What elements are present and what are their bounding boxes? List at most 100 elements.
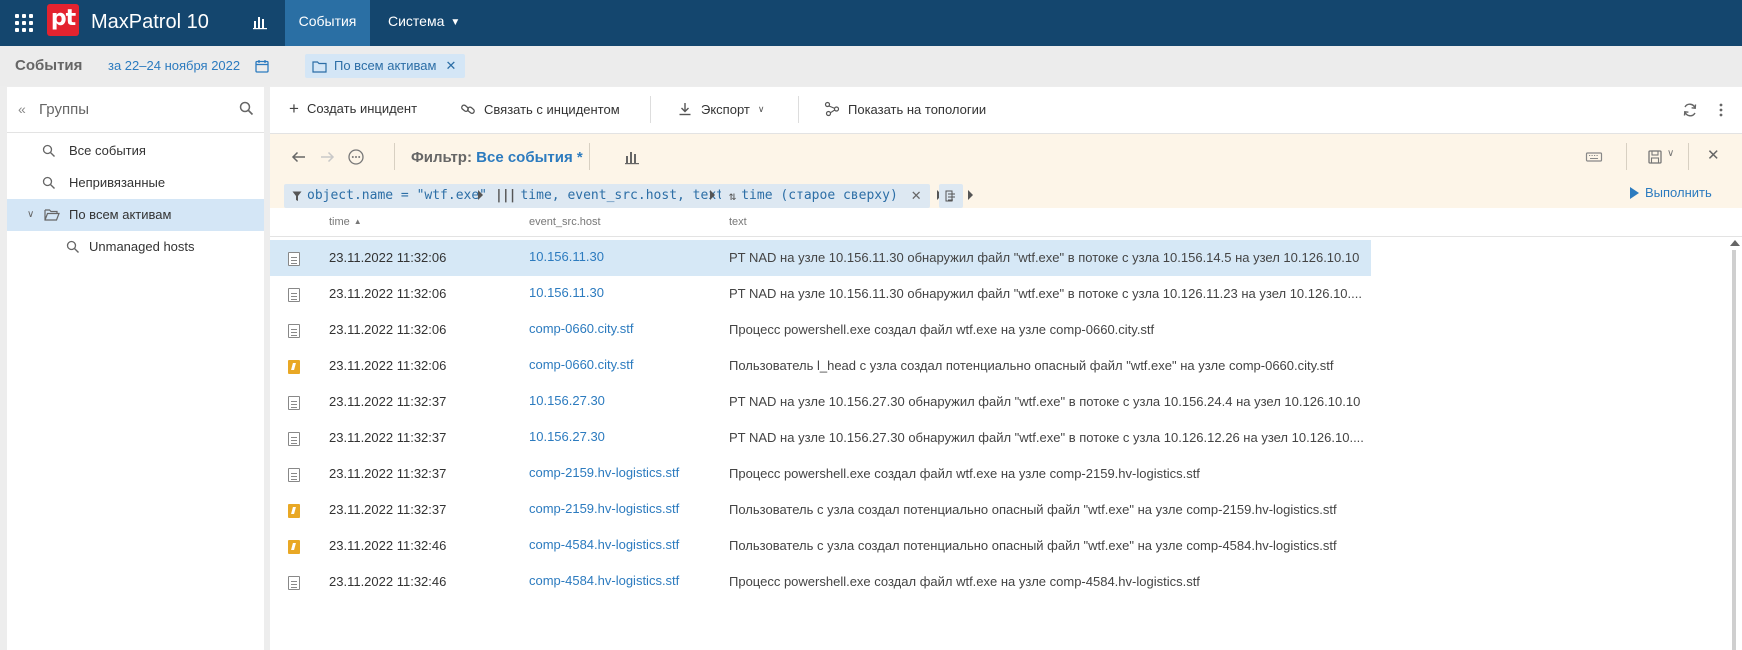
tab-events[interactable]: События xyxy=(285,0,370,46)
event-host-link[interactable]: comp-4584.hv-logistics.stf xyxy=(529,573,679,588)
event-host-link[interactable]: comp-4584.hv-logistics.stf xyxy=(529,537,679,552)
event-host-link[interactable]: comp-2159.hv-logistics.stf xyxy=(529,501,679,516)
event-host-link[interactable]: comp-0660.city.stf xyxy=(529,357,634,372)
scrollbar-track[interactable] xyxy=(1732,250,1736,650)
forward-arrow-icon[interactable] xyxy=(318,148,336,166)
refresh-icon[interactable] xyxy=(1682,102,1698,118)
event-host-link[interactable]: 10.156.27.30 xyxy=(529,393,605,408)
groups-panel-title: Группы xyxy=(39,101,89,118)
event-time: 23.11.2022 11:32:37 xyxy=(329,430,447,445)
show-topology-button[interactable]: Показать на топологии xyxy=(824,101,986,117)
table-row[interactable]: 23.11.2022 11:32:06 10.156.11.30 PT NAD … xyxy=(270,240,1371,276)
link-incident-button[interactable]: Связать с инцидентом xyxy=(460,101,620,117)
table-row[interactable]: 23.11.2022 11:32:46 comp-4584.hv-logisti… xyxy=(270,564,1371,600)
table-row[interactable]: 23.11.2022 11:32:37 comp-2159.hv-logisti… xyxy=(270,456,1371,492)
link-incident-label: Связать с инцидентом xyxy=(484,101,620,117)
chevron-down-icon: ▼ xyxy=(450,17,461,28)
group-chip[interactable] xyxy=(939,184,963,208)
chevron-down-icon[interactable]: ∨ xyxy=(1667,148,1674,159)
event-host-link[interactable]: 10.156.27.30 xyxy=(529,429,605,444)
chip-arrow-icon[interactable] xyxy=(710,190,715,200)
group-all-assets[interactable]: ∨ По всем активам xyxy=(7,199,264,231)
event-doc-icon xyxy=(288,432,300,446)
table-row[interactable]: 23.11.2022 11:32:06 comp-0660.city.stf П… xyxy=(270,312,1371,348)
filter-name-link[interactable]: Все события * xyxy=(476,149,583,166)
group-all-events[interactable]: Все события xyxy=(7,135,264,167)
group-unmanaged-hosts[interactable]: Unmanaged hosts xyxy=(7,231,264,263)
group-unbound[interactable]: Непривязанные xyxy=(7,167,264,199)
table-row[interactable]: 23.11.2022 11:32:37 10.156.27.30 PT NAD … xyxy=(270,384,1371,420)
scroll-up-icon[interactable] xyxy=(1730,240,1740,246)
column-header-time[interactable]: time ▲ xyxy=(329,216,362,228)
close-icon[interactable]: ✕ xyxy=(445,54,456,78)
top-navigation: pt MaxPatrol 10 События Система ▼ xyxy=(0,0,1742,46)
stats-icon[interactable] xyxy=(252,14,268,30)
event-host-link[interactable]: 10.156.11.30 xyxy=(529,249,604,264)
event-host-link[interactable]: comp-2159.hv-logistics.stf xyxy=(529,465,679,480)
create-incident-button[interactable]: + Создать инцидент xyxy=(289,100,417,117)
group-label: По всем активам xyxy=(69,207,172,222)
event-text: Процесс powershell.exe создал файл wtf.e… xyxy=(729,466,1200,481)
chevron-down-icon[interactable]: ∨ xyxy=(27,199,34,231)
table-row[interactable]: 23.11.2022 11:32:37 10.156.27.30 PT NAD … xyxy=(270,420,1371,456)
export-label: Экспорт xyxy=(701,101,750,117)
column-header-text[interactable]: text xyxy=(729,216,747,228)
keyboard-icon[interactable] xyxy=(1585,148,1603,166)
table-row[interactable]: 23.11.2022 11:32:06 10.156.11.30 PT NAD … xyxy=(270,276,1371,312)
back-arrow-icon[interactable] xyxy=(290,148,308,166)
more-options-icon[interactable] xyxy=(347,148,365,166)
event-doc-icon xyxy=(288,576,300,590)
column-header-host[interactable]: event_src.host xyxy=(529,216,601,228)
search-icon xyxy=(42,176,55,189)
event-host-link[interactable]: comp-0660.city.stf xyxy=(529,321,634,336)
calendar-icon[interactable] xyxy=(255,59,269,73)
histogram-icon[interactable] xyxy=(623,148,641,166)
page-title: События xyxy=(15,57,83,74)
close-icon[interactable]: ✕ xyxy=(1707,146,1720,164)
funnel-icon xyxy=(292,191,302,201)
pt-logo: pt xyxy=(47,4,79,36)
show-topology-label: Показать на топологии xyxy=(848,101,987,117)
play-icon xyxy=(1630,186,1639,199)
groups-panel: « Группы Все события Непривязанные ∨ По … xyxy=(7,87,264,650)
tab-system-label: Система xyxy=(388,13,445,29)
chip-arrow-icon[interactable] xyxy=(478,190,483,200)
column-header-label: text xyxy=(729,216,747,228)
more-vertical-icon[interactable] xyxy=(1718,102,1724,118)
event-time: 23.11.2022 11:32:46 xyxy=(329,574,447,589)
sort-chip[interactable]: ⇅ time (старое сверху) ✕ xyxy=(721,184,930,208)
tab-system[interactable]: Система ▼ xyxy=(388,0,460,46)
table-row[interactable]: 23.11.2022 11:32:46 comp-4584.hv-logisti… xyxy=(270,528,1371,564)
columns-chip[interactable]: ||| time, event_src.host, text xyxy=(487,184,732,208)
actions-toolbar: + Создать инцидент Связать с инцидентом … xyxy=(270,87,1742,134)
event-text: PT NAD на узле 10.156.11.30 обнаружил фа… xyxy=(729,286,1362,301)
close-icon[interactable]: ✕ xyxy=(911,184,922,208)
sub-header: События за 22–24 ноября 2022 По всем акт… xyxy=(0,46,1742,86)
event-text: Пользователь l_head с узла создал потенц… xyxy=(729,358,1334,373)
date-range-link[interactable]: за 22–24 ноября 2022 xyxy=(108,58,240,73)
table-header: time ▲ event_src.host text xyxy=(270,209,1742,237)
save-icon[interactable] xyxy=(1646,148,1664,166)
asset-scope-chip[interactable]: По всем активам ✕ xyxy=(305,54,466,78)
filter-bar: Фильтр: Все события * ∨ ✕ object.name = … xyxy=(270,134,1742,208)
apps-grid-icon[interactable] xyxy=(14,13,33,32)
events-panel: + Создать инцидент Связать с инцидентом … xyxy=(270,87,1742,650)
chip-arrow-icon[interactable] xyxy=(968,190,973,200)
table-row[interactable]: 23.11.2022 11:32:06 comp-0660.city.stf П… xyxy=(270,348,1371,384)
event-doc-icon xyxy=(288,252,300,266)
run-query-button[interactable]: Выполнить xyxy=(1630,185,1712,200)
app-title: MaxPatrol 10 xyxy=(91,11,209,33)
event-text: PT NAD на узле 10.156.27.30 обнаружил фа… xyxy=(729,430,1364,445)
event-time: 23.11.2022 11:32:37 xyxy=(329,394,447,409)
collapse-panel-icon[interactable]: « xyxy=(18,101,26,117)
condition-chip[interactable]: object.name = "wtf.exe" ✕ xyxy=(284,184,519,208)
table-scrollbar[interactable] xyxy=(1729,240,1740,650)
table-row[interactable]: 23.11.2022 11:32:37 comp-2159.hv-logisti… xyxy=(270,492,1371,528)
incident-bolt-icon xyxy=(288,360,300,374)
search-icon[interactable] xyxy=(239,101,254,116)
topology-icon xyxy=(824,101,840,117)
event-time: 23.11.2022 11:32:06 xyxy=(329,250,447,265)
event-host-link[interactable]: 10.156.11.30 xyxy=(529,285,604,300)
export-button[interactable]: Экспорт ∨ xyxy=(677,101,764,117)
download-icon xyxy=(679,103,691,116)
